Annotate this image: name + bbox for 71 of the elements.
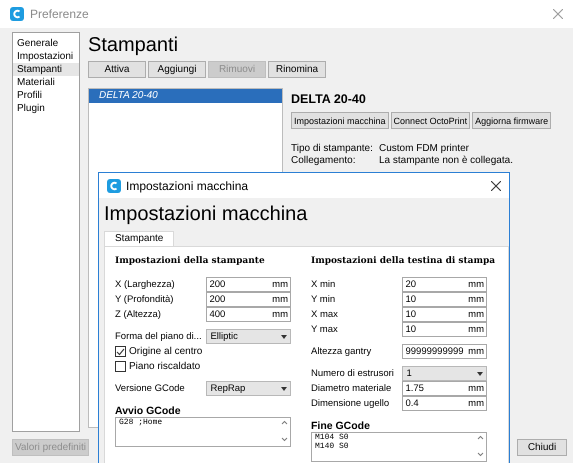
scroll-bar-icon[interactable] [281,420,288,442]
close-button[interactable]: Chiudi [517,439,567,456]
input-field[interactable]: 200 mm [206,277,291,292]
input-field[interactable]: 200 mm [206,292,291,307]
info-value: Custom FDM printer [379,143,470,155]
caret-icon [281,386,287,390]
dialog-title: Impostazioni macchina [126,178,250,192]
action-button[interactable]: Connect OctoPrint [390,112,470,129]
input-field[interactable]: 0.4 mm [402,396,487,411]
section-heading: Fine GCode [311,420,370,432]
sidebar-item[interactable]: Impostazioni [13,50,79,63]
input-field[interactable]: 10 mm [402,322,487,337]
action-button[interactable]: Impostazioni macchina [291,112,389,129]
caret-icon [477,372,483,376]
input-field[interactable]: 20 mm [402,277,487,292]
code-line: G28 ;Home [119,418,164,427]
info-label: Collegamento: [291,155,356,167]
dropdown[interactable]: RepRap [206,381,291,396]
field-label: Y max [311,324,339,335]
app-logo-icon [107,178,121,192]
caret-icon [281,334,287,338]
checkbox[interactable] [115,361,126,372]
scroll-bar-icon[interactable] [477,435,484,457]
section-heading: Impostazioni della testina di stampa [311,255,496,267]
field-label: Versione GCode [115,383,186,394]
info-value: La stampante non è collegata. [379,155,514,167]
input-field[interactable]: 99999999999 mm [402,344,487,359]
field-label: X max [311,309,339,320]
field-label: Dimensione ugello [311,398,390,409]
code-line: M104 S0 [315,433,350,442]
field-label: Z (Altezza) [115,309,162,320]
field-label: Numero di estrusori [311,368,395,379]
field-label: X (Larghezza) [115,279,176,290]
sidebar-item[interactable]: Generale [13,37,79,50]
sidebar-item[interactable]: Profili [13,89,79,102]
dropdown[interactable]: 1 [402,366,487,381]
toolbar-button[interactable]: Rinomina [268,61,326,78]
field-label: Altezza gantry [311,346,372,357]
toolbar-button[interactable]: Aggiungi [148,61,206,78]
field-label: Diametro materiale [311,383,392,394]
close-icon[interactable] [491,180,501,190]
dialog-heading: Impostazioni macchina [104,202,308,227]
field-label: X min [311,279,336,290]
input-field[interactable]: 10 mm [402,307,487,322]
sidebar-item[interactable]: Stampanti [13,63,79,76]
action-button[interactable]: Aggiorna firmware [472,112,552,129]
dropdown[interactable]: Elliptic [206,329,291,344]
app-logo-icon [10,7,24,21]
code-editor[interactable]: G28 ;Home [115,417,291,447]
field-label: Y min [311,294,336,305]
tab[interactable]: Stampante [104,231,174,246]
input-field[interactable]: 400 mm [206,307,291,322]
checkbox-label: Origine al centro [129,346,202,357]
field-label: Forma del piano di... [115,331,203,342]
code-editor[interactable]: M104 S0 M140 S0 [311,432,487,462]
sidebar-item[interactable]: Materiali [13,76,79,89]
section-heading: Avvio GCode [115,405,181,417]
printer-item[interactable]: DELTA 20-40 [89,89,282,103]
info-label: Tipo di stampante: [291,143,374,155]
section-heading: Impostazioni della stampante [115,255,265,267]
printer-name: DELTA 20-40 [291,92,366,106]
sidebar-item[interactable]: Plugin [13,102,79,115]
input-field[interactable]: 1.75 mm [402,381,487,396]
window-title: Preferenze [30,7,90,21]
code-line: M140 S0 [315,442,350,451]
toolbar-button[interactable]: Attiva [88,61,146,78]
field-label: Y (Profondità) [115,294,174,305]
checkbox[interactable] [115,346,126,357]
checkbox-label: Piano riscaldato [129,361,200,372]
page-title: Stampanti [88,33,178,58]
input-field[interactable]: 10 mm [402,292,487,307]
